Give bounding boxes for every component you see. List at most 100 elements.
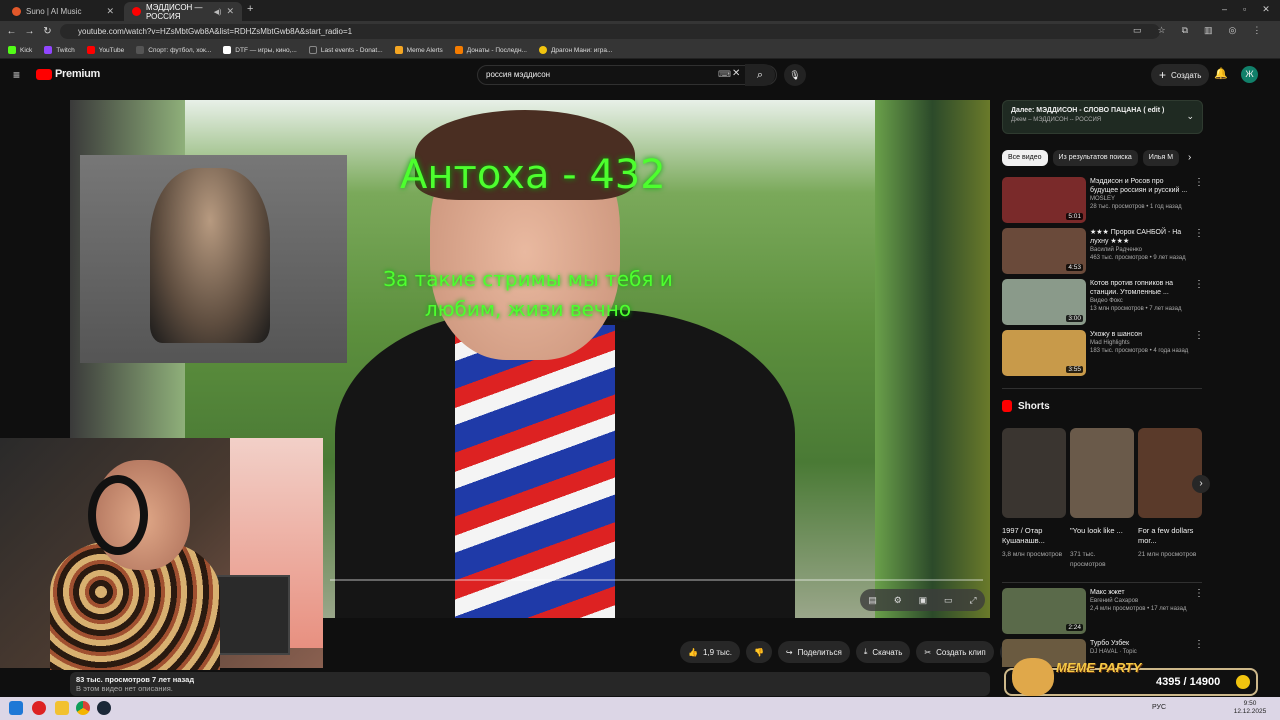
list-item[interactable]: 3:55 Ухожу в шансон Mad Highlights 183 тыс… <box>1002 330 1204 376</box>
video-progress-bar[interactable] <box>330 579 983 581</box>
download-button[interactable]: ⤓ Скачать <box>855 641 911 663</box>
bookmark-youtube[interactable]: YouTube <box>86 46 124 54</box>
chip-channel[interactable]: Илья М <box>1142 150 1180 166</box>
up-next-panel[interactable]: Далее: МЭДДИСОН - СЛОВО ПАЦАНА ( edit ) … <box>1002 100 1203 134</box>
list-item[interactable]: 5:01 Мэддисон и Росов про будущее россия… <box>1002 177 1204 223</box>
taskbar-clock[interactable]: 9:50 12.12.2025 <box>1225 700 1275 716</box>
profile-icon[interactable]: ◎ <box>1229 25 1237 36</box>
language-indicator[interactable]: РУС <box>1152 704 1166 711</box>
short-title[interactable]: "You look like ... <box>1070 526 1130 536</box>
sidebar-icon[interactable]: ▥ <box>1204 25 1213 36</box>
minimize-icon[interactable]: – <box>1222 4 1227 15</box>
file-explorer-icon[interactable] <box>55 701 69 715</box>
video-thumbnail: 3:55 <box>1002 330 1086 376</box>
address-bar-row: ← → ↻ youtube.com/watch?v=HZsMbtGwb8A&li… <box>0 21 1280 42</box>
like-button[interactable]: 👍 1,9 тыс. <box>680 641 740 663</box>
short-thumbnail[interactable] <box>1138 428 1202 518</box>
menu-icon[interactable]: ⋮ <box>1252 25 1261 36</box>
rec-meta: 13 млн просмотров • 7 лет назад <box>1090 306 1182 312</box>
shorts-next-button[interactable]: › <box>1192 475 1210 493</box>
close-icon[interactable]: ✕ <box>106 6 114 17</box>
chip-search-results[interactable]: Из результатов поиска <box>1052 150 1138 166</box>
close-icon[interactable]: ✕ <box>226 6 234 17</box>
chip-all[interactable]: Все видео <box>1002 150 1048 166</box>
steam-icon[interactable] <box>97 701 111 715</box>
bookmark-sport[interactable]: Спорт: футбол, хок... <box>136 46 211 54</box>
keyboard-icon[interactable]: ⌨ <box>718 69 731 80</box>
rec-channel: Василий Радченко <box>1090 247 1143 253</box>
voice-search-button[interactable]: 🎙 <box>784 64 806 86</box>
rec-channel: Евгений Сахаров <box>1090 598 1139 604</box>
duration: 3:00 <box>1066 315 1083 322</box>
bookmark-meme-alerts[interactable]: Meme Alerts <box>394 46 443 54</box>
search-button[interactable]: ⌕ <box>745 64 775 86</box>
more-icon[interactable]: ⋮ <box>1194 279 1204 325</box>
forward-icon[interactable]: → <box>22 24 37 39</box>
miniplayer-icon[interactable]: ▣ <box>919 595 928 606</box>
bookmark-dragon[interactable]: Драгон Мани: игра... <box>538 46 612 54</box>
back-icon[interactable]: ← <box>4 24 19 39</box>
maximize-icon[interactable]: ▫ <box>1243 4 1246 15</box>
rec-title: Макс жжет <box>1090 589 1125 596</box>
short-title[interactable]: For a few dollars mor... <box>1138 526 1198 546</box>
windows-start-icon[interactable] <box>9 701 23 715</box>
bookmark-label: Донаты - Последн... <box>466 46 527 54</box>
avatar[interactable]: Ж <box>1241 66 1258 83</box>
new-tab-icon[interactable]: + <box>247 3 253 15</box>
fullscreen-icon[interactable]: ⤢ <box>969 595 976 606</box>
subtitles-icon[interactable]: ▤ <box>868 595 877 606</box>
bookmark-dtf[interactable]: DTF — игры, кино,... <box>223 46 297 54</box>
browser-tab-bar: Suno | AI Music ✕ МЭДДИСОН — РОССИЯ ◀) ✕… <box>0 0 1280 21</box>
dislike-button[interactable]: 👎 <box>745 641 772 663</box>
close-window-icon[interactable]: ✕ <box>1262 4 1270 15</box>
cast-icon[interactable]: ▭ <box>944 595 953 606</box>
share-icon: ↪ <box>785 647 793 657</box>
bookmark-donations[interactable]: Донаты - Последн... <box>454 46 527 54</box>
short-title[interactable]: 1997 / Отар Кушанашв... <box>1002 526 1062 546</box>
bookmark-kick[interactable]: Kick <box>8 46 32 54</box>
list-item[interactable]: 4:53 ★★★ Пророк САНБОЙ - На лухну ★★★ Вас… <box>1002 228 1204 274</box>
video-thumbnail: 2:24 <box>1002 588 1086 634</box>
youtube-favicon-icon <box>132 7 141 16</box>
clip-button[interactable]: ✂ Создать клип <box>916 641 994 663</box>
extensions-icon[interactable]: ⧉ <box>1182 25 1188 36</box>
youtube-logo[interactable]: Premium <box>36 68 100 80</box>
more-icon[interactable]: ⋮ <box>1194 588 1204 634</box>
hamburger-menu-icon[interactable]: ≡ <box>13 68 20 82</box>
clear-search-icon[interactable]: ✕ <box>732 68 740 79</box>
bookmark-donat[interactable]: Last events - Donat... <box>308 46 383 54</box>
rec-meta: 2,4 млн просмотров • 17 лет назад <box>1090 606 1187 612</box>
video-description[interactable]: 83 тыс. просмотров 7 лет назад В этом ви… <box>70 672 990 696</box>
bookmarks-bar: Kick Twitch YouTube Спорт: футбол, хок..… <box>0 42 1280 59</box>
chrome-icon[interactable] <box>76 701 90 715</box>
url-field[interactable]: youtube.com/watch?v=HZsMbtGwb8A&list=RDH… <box>60 24 1160 39</box>
bookmark-twitch[interactable]: Twitch <box>44 46 75 54</box>
cast-icon[interactable]: ▭ <box>1133 25 1142 36</box>
duration: 2:24 <box>1066 624 1083 631</box>
dragon-icon <box>538 46 547 54</box>
meme-party-widget: MEME PARTY 4395 / 14900 <box>1004 658 1258 696</box>
list-item[interactable]: 2:24 Макс жжет Евгений Сахаров 2,4 млн про… <box>1002 588 1204 634</box>
star-icon[interactable]: ☆ <box>1158 25 1166 36</box>
chevron-right-icon[interactable]: › <box>1188 152 1191 163</box>
rec-meta: 463 тыс. просмотров • 9 лет назад <box>1090 255 1186 261</box>
video-thumbnail: 3:00 <box>1002 279 1086 325</box>
yandex-icon[interactable] <box>32 701 46 715</box>
notifications-bell-icon[interactable]: 🔔 <box>1214 67 1228 80</box>
settings-gear-icon[interactable]: ⚙ <box>894 595 902 606</box>
search-value: россия мэддисон <box>486 70 551 79</box>
speaker-icon[interactable]: ◀) <box>214 8 222 16</box>
short-thumbnail[interactable] <box>1002 428 1066 518</box>
more-icon[interactable]: ⋮ <box>1194 177 1204 223</box>
reload-icon[interactable]: ↻ <box>40 24 55 39</box>
tab-suno[interactable]: Suno | AI Music ✕ <box>4 2 122 21</box>
short-thumbnail[interactable] <box>1070 428 1134 518</box>
create-button[interactable]: + Создать <box>1151 64 1210 86</box>
more-icon[interactable]: ⋮ <box>1194 330 1204 376</box>
more-icon[interactable]: ⋮ <box>1194 639 1202 667</box>
chevron-down-icon[interactable]: ⌄ <box>1186 111 1194 122</box>
more-icon[interactable]: ⋮ <box>1194 228 1204 274</box>
tab-youtube[interactable]: МЭДДИСОН — РОССИЯ ◀) ✕ <box>124 2 242 21</box>
list-item[interactable]: 3:00 Котов против гопников на станции. У… <box>1002 279 1204 325</box>
share-button[interactable]: ↪ Поделиться <box>777 641 850 663</box>
